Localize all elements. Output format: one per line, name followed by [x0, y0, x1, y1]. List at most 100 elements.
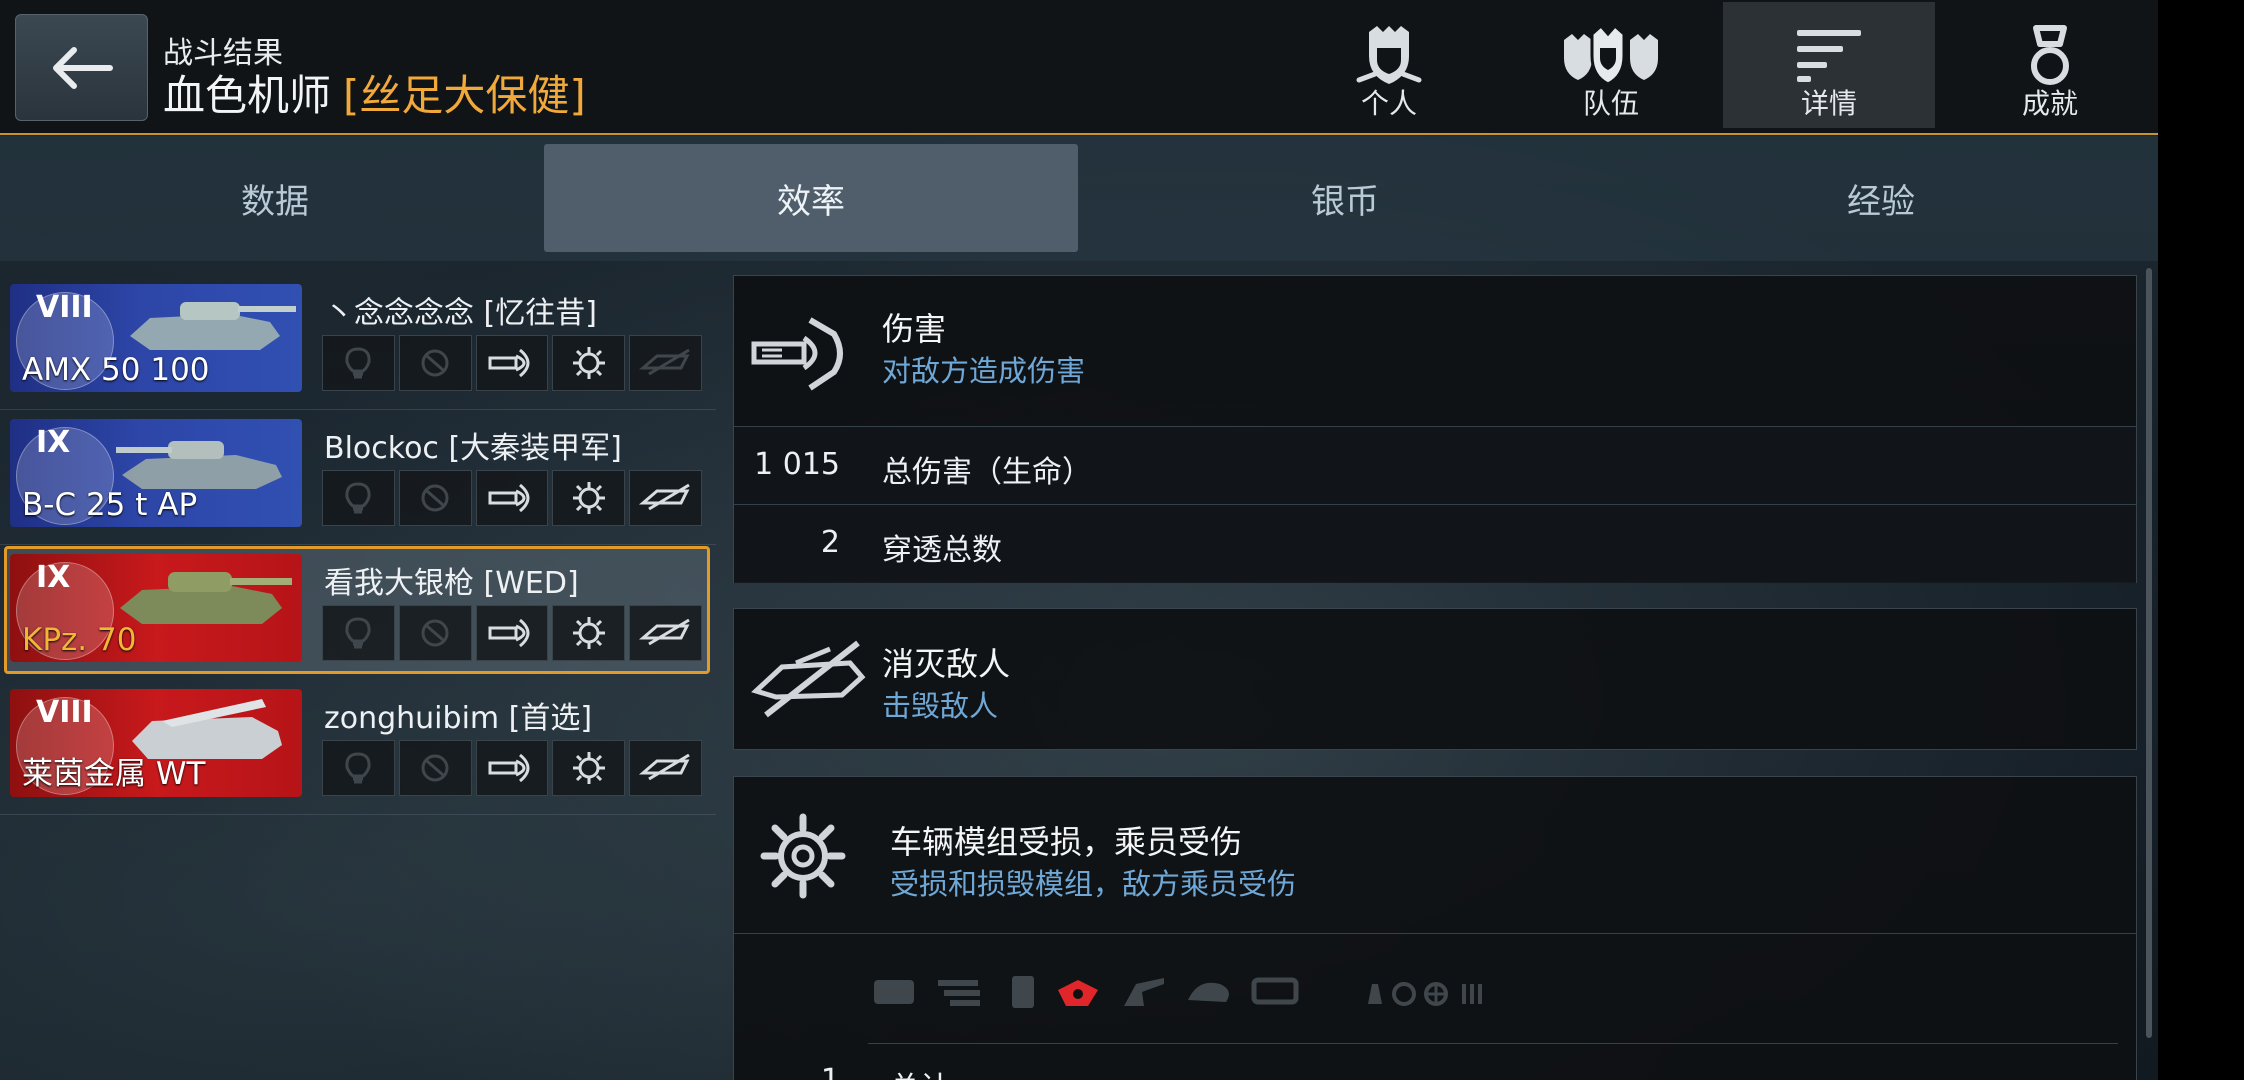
tank-name: AMX 50 100 [22, 352, 210, 388]
kills-card: 消灭敌人 击毁敌人 [733, 608, 2137, 750]
tab-silver[interactable]: 银币 [1078, 144, 1612, 252]
tank-icon [130, 302, 296, 350]
vehicle-banner: VIII 莱茵金属 WT [10, 689, 302, 797]
damage-title: 伤害 [882, 310, 947, 348]
engine-icon [874, 980, 914, 1004]
nav-achievements[interactable]: 成就 [1944, 2, 2156, 128]
kills-title: 消灭敌人 [882, 645, 1011, 683]
tank-icon [116, 441, 282, 489]
battle-results-screen: 战斗结果 血色机师 [丝足大保健] 个人 队伍 详情 成就 数据 效率 银币 经… [0, 0, 2158, 1080]
modules-card: 车辆模组受损，乘员受伤 受损和损毁模组，敌方乘员受伤 1 总计 [733, 776, 2137, 1080]
gun-icon [1124, 978, 1164, 1006]
damage-card: 伤害 对敌方造成伤害 1 015 总伤害（生命） 2 穿透总数 [733, 275, 2137, 583]
row-divider [0, 814, 716, 815]
vehicle-row-selected[interactable]: IX KPz. 70 看我大银枪 [WED] [0, 546, 716, 680]
nav-team-label: 队伍 [1582, 87, 1639, 120]
tank-icon [120, 572, 292, 624]
stat-row-penetrations: 2 穿透总数 [734, 504, 2136, 583]
stat-label: 总计 [890, 1063, 950, 1080]
kills-icon [629, 605, 702, 661]
nav-details[interactable]: 详情 [1723, 2, 1935, 128]
assist-icon [398, 605, 472, 661]
tank-name: KPz. 70 [22, 622, 137, 658]
player-name: 丶念念念念 [忆往昔] [324, 296, 597, 331]
vehicle-banner: IX B-C 25 t AP [10, 419, 302, 527]
clan-tag: [丝足大保健] [343, 71, 586, 120]
damage-subtitle: 对敌方造成伤害 [882, 354, 1086, 388]
tier-label: IX [36, 425, 71, 460]
row-divider [0, 544, 716, 545]
vehicle-banner: IX KPz. 70 [10, 554, 302, 662]
kills-subtitle: 击毁敌人 [882, 689, 999, 723]
player-name: 看我大银枪 [WED] [324, 566, 579, 601]
player-name: Blockoc [大秦装甲军] [324, 431, 622, 466]
damage-icon [475, 470, 549, 526]
header-bar: 战斗结果 血色机师 [丝足大保健] 个人 队伍 详情 成就 [0, 0, 2158, 135]
tier-label: IX [36, 560, 71, 595]
spotting-icon [322, 470, 395, 526]
vehicle-banner: VIII AMX 50 100 [10, 284, 302, 392]
tab-efficiency[interactable]: 效率 [544, 144, 1078, 252]
damage-icon [475, 335, 549, 391]
achievement-bar [322, 335, 702, 391]
crew-commander-icon [1368, 984, 1382, 1004]
crew-loader-icon [1462, 984, 1482, 1004]
stat-value: 2 [820, 525, 840, 560]
turret-ring-icon [1188, 982, 1229, 1002]
vehicle-row[interactable]: VIII 莱茵金属 WT zonghuibim [首选] [0, 683, 716, 815]
modules-icon [552, 605, 626, 661]
ammo-rack-icon [1058, 980, 1098, 1006]
tab-experience[interactable]: 经验 [1614, 144, 2148, 252]
transmission-icon [938, 980, 980, 1006]
assist-icon [398, 335, 472, 391]
player-name: 血色机师 [163, 71, 332, 120]
tank-name: B-C 25 t AP [22, 487, 198, 523]
modules-icon [552, 470, 626, 526]
fuel-tank-icon [1012, 976, 1034, 1008]
modules-subtitle: 受损和损毁模组，敌方乘员受伤 [890, 867, 1297, 901]
achievement-bar [322, 605, 702, 661]
tier-label: VIII [36, 290, 93, 325]
nav-personal[interactable]: 个人 [1283, 2, 1495, 128]
kills-icon [629, 335, 702, 391]
spotting-icon [322, 335, 395, 391]
module-icons-row [734, 933, 2136, 1044]
player-name: zonghuibim [首选] [324, 701, 593, 736]
tab-bar: 数据 效率 银币 经验 [0, 136, 2158, 261]
row-divider [0, 409, 716, 410]
stat-label: 总伤害（生命） [882, 455, 1092, 490]
assist-icon [398, 740, 472, 796]
kills-icon [629, 470, 702, 526]
crew-gunner-icon [1424, 982, 1448, 1006]
nav-personal-label: 个人 [1360, 87, 1417, 120]
spotting-icon [322, 740, 395, 796]
achievement-bar [322, 740, 702, 796]
modules-icon [552, 740, 626, 796]
assist-icon [398, 470, 472, 526]
modules-title: 车辆模组受损，乘员受伤 [890, 823, 1243, 861]
stat-row-modules-total: 1 总计 [734, 1043, 2136, 1080]
player-title: 血色机师 [丝足大保健] [163, 62, 586, 123]
scrollbar[interactable] [2146, 268, 2152, 1038]
stat-value: 1 [821, 1063, 840, 1080]
back-button[interactable] [15, 14, 148, 121]
tank-name: 莱茵金属 WT [22, 756, 206, 792]
tier-label: VIII [36, 695, 93, 730]
modules-icon [552, 335, 626, 391]
optics-icon [1251, 977, 1299, 1005]
spotting-icon [322, 605, 395, 661]
crew-driver-icon [1392, 982, 1416, 1006]
damage-icon [475, 740, 549, 796]
achievement-bar [322, 470, 702, 526]
nav-achievements-label: 成就 [2021, 87, 2078, 120]
damage-icon [475, 605, 549, 661]
tab-data[interactable]: 数据 [8, 144, 542, 252]
details-icon [1797, 30, 1861, 82]
kills-icon [751, 640, 866, 718]
stat-value: 1 015 [754, 447, 840, 482]
stat-label: 穿透总数 [882, 533, 1002, 568]
back-arrow-icon [52, 46, 113, 89]
vehicle-row[interactable]: IX B-C 25 t AP Blockoc [大秦装甲军] [0, 413, 716, 545]
nav-team[interactable]: 队伍 [1505, 2, 1717, 128]
vehicle-row[interactable]: VIII AMX 50 100 丶念念念念 [忆往昔] [0, 278, 716, 410]
